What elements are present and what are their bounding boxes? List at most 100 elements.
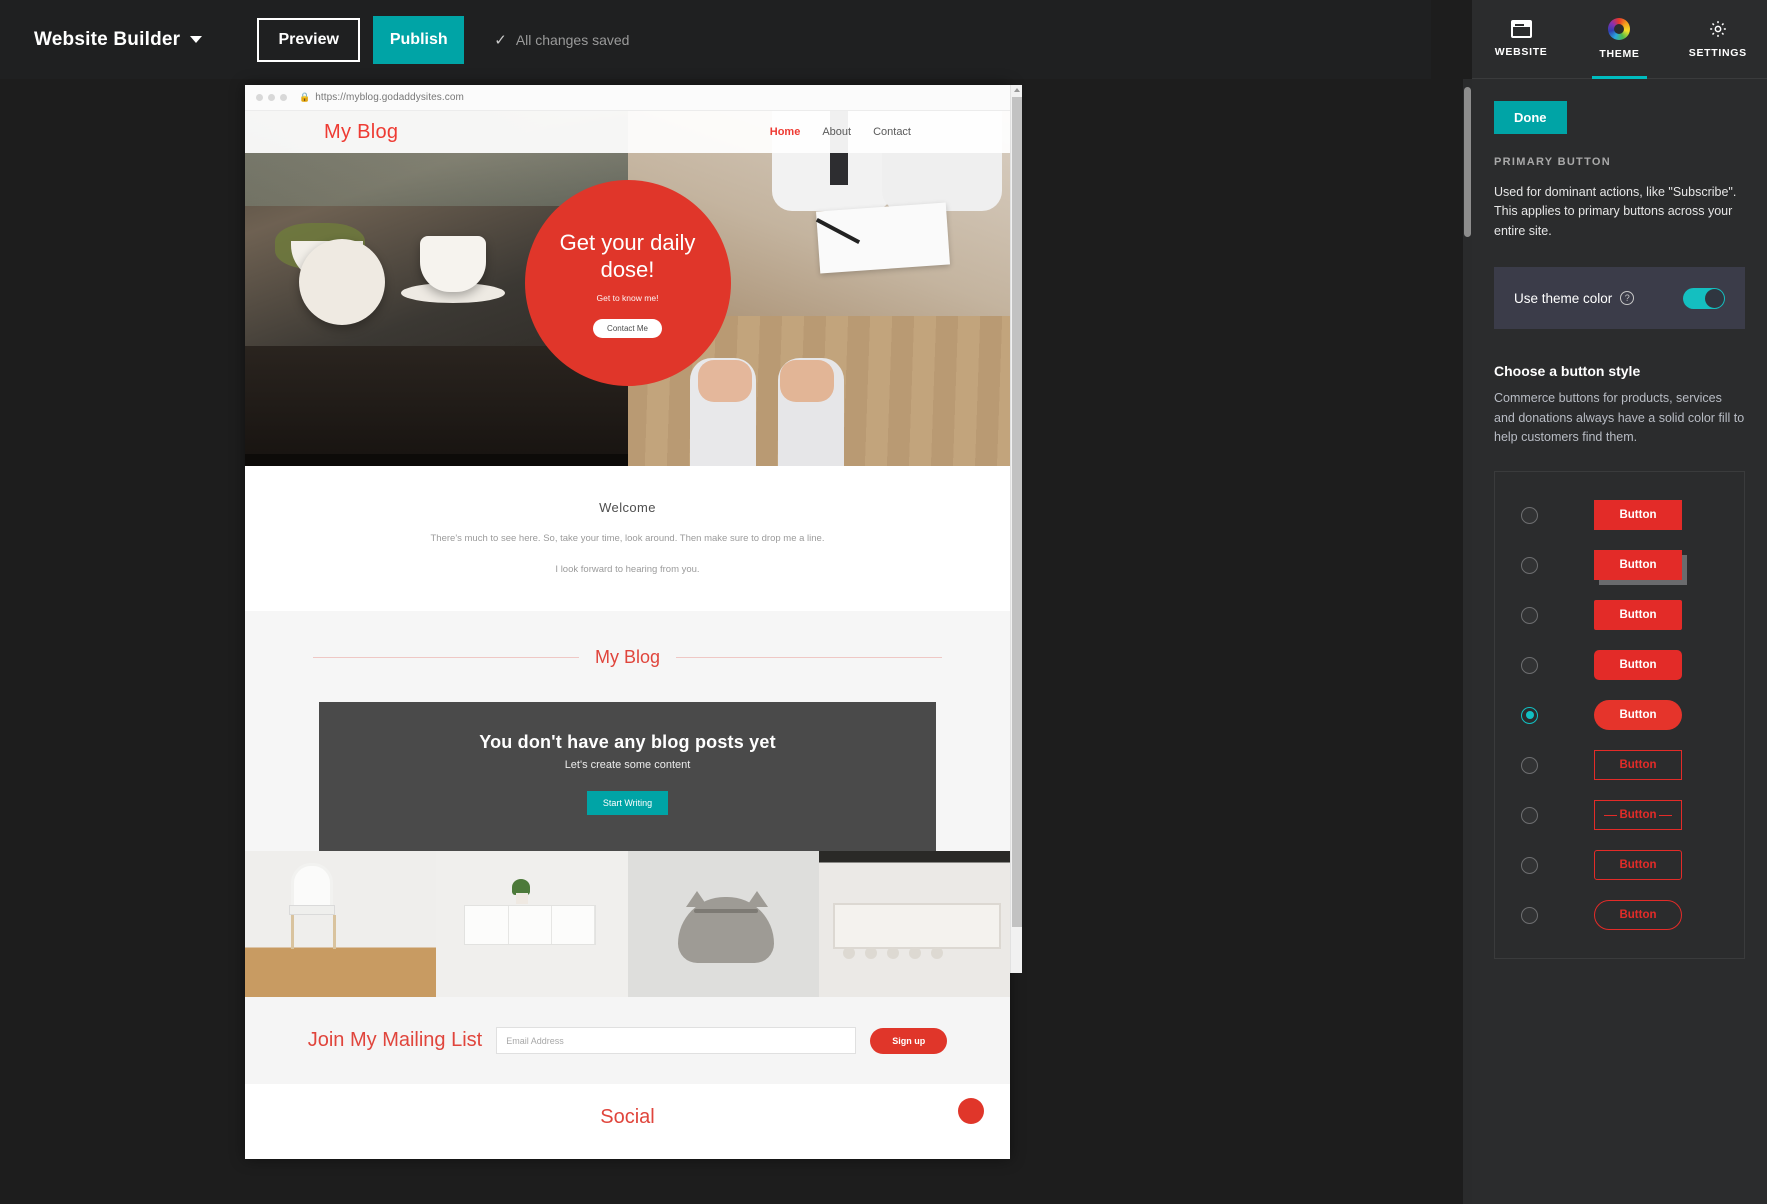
toggle-knob xyxy=(1705,288,1724,308)
save-status-label: All changes saved xyxy=(515,31,630,48)
button-preview-1[interactable]: Button xyxy=(1594,500,1682,531)
signup-button[interactable]: Sign up xyxy=(870,1027,948,1054)
button-preview-2[interactable]: Button xyxy=(1594,550,1682,581)
publish-button[interactable]: Publish xyxy=(373,15,465,64)
gallery-item-cat[interactable] xyxy=(627,851,819,997)
website-icon xyxy=(1510,20,1532,38)
divider-left xyxy=(313,657,579,658)
button-preview-9[interactable]: Button xyxy=(1594,900,1682,931)
gallery-item-chair[interactable] xyxy=(245,851,437,997)
blog-section-title: My Blog xyxy=(245,647,1010,668)
website-builder-menu[interactable]: Website Builder xyxy=(34,28,203,51)
radio-1[interactable] xyxy=(1521,506,1538,524)
tab-theme-label: THEME xyxy=(1599,48,1640,60)
welcome-line-1: There's much to see here. So, take your … xyxy=(430,533,825,544)
question-mark-icon[interactable]: ? xyxy=(1620,291,1635,306)
blog-empty-heading: You don't have any blog posts yet xyxy=(479,732,776,752)
button-preview-5[interactable]: Button xyxy=(1594,700,1682,731)
social-icon[interactable] xyxy=(958,1098,984,1124)
button-style-option-9[interactable]: Button xyxy=(1495,890,1744,940)
button-preview-7[interactable]: Button xyxy=(1594,800,1682,831)
editor-canvas: 🔒 https://myblog.godaddysites.com My Blo… xyxy=(0,79,1431,1204)
radio-6[interactable] xyxy=(1521,756,1538,774)
nav-item-home[interactable]: Home xyxy=(770,126,801,138)
button-style-option-2[interactable]: Button xyxy=(1495,540,1744,590)
panel-scrollbar[interactable] xyxy=(1463,79,1472,1204)
color-wheel-icon xyxy=(1608,18,1631,40)
site-logo-title[interactable]: My Blog xyxy=(324,121,398,144)
hero-headline: Get your daily dose! xyxy=(559,229,696,283)
use-theme-color-label: Use theme color xyxy=(1514,290,1613,306)
welcome-line-2: I look forward to hearing from you. xyxy=(555,564,700,575)
nav-item-about[interactable]: About xyxy=(822,126,851,138)
button-style-title: Choose a button style xyxy=(1494,363,1641,380)
welcome-heading: Welcome xyxy=(599,500,656,515)
radio-9[interactable] xyxy=(1521,906,1538,924)
gallery-item-shelving[interactable] xyxy=(818,851,1010,997)
address-bar-url: https://myblog.godaddysites.com xyxy=(315,92,464,103)
button-style-option-4[interactable]: Button xyxy=(1495,640,1744,690)
button-preview-4[interactable]: Button xyxy=(1594,650,1682,681)
site-nav: Home About Contact xyxy=(770,126,911,138)
nav-item-contact[interactable]: Contact xyxy=(873,126,911,138)
check-icon: ✓ xyxy=(494,31,507,49)
gallery-item-shelf[interactable] xyxy=(436,851,628,997)
save-status: ✓ All changes saved xyxy=(494,31,629,49)
blog-empty-subtext: Let's create some content xyxy=(564,759,691,771)
radio-2[interactable] xyxy=(1521,556,1538,574)
app-title: Website Builder xyxy=(34,28,181,50)
done-button[interactable]: Done xyxy=(1494,101,1567,134)
browser-dots-icon xyxy=(256,94,287,101)
preview-scrollbar[interactable] xyxy=(1010,85,1022,973)
tab-website[interactable]: WEBSITE xyxy=(1472,0,1570,78)
hero-callout[interactable]: Get your daily dose! Get to know me! Con… xyxy=(524,180,731,386)
tab-website-label: WEBSITE xyxy=(1494,46,1548,58)
tab-settings-label: SETTINGS xyxy=(1688,47,1747,59)
lock-icon: 🔒 xyxy=(299,92,311,102)
dash-right-icon xyxy=(1659,814,1672,816)
divider-right xyxy=(676,657,942,658)
use-theme-color-toggle[interactable] xyxy=(1683,287,1725,309)
radio-8[interactable] xyxy=(1521,856,1538,874)
top-toolbar: Website Builder Preview Publish ✓ All ch… xyxy=(0,0,1431,79)
button-preview-7-label: Button xyxy=(1619,809,1657,822)
blog-empty-state: You don't have any blog posts yet Let's … xyxy=(319,702,936,851)
blog-section: My Blog You don't have any blog posts ye… xyxy=(245,611,1010,997)
radio-3[interactable] xyxy=(1521,606,1538,624)
button-style-option-8[interactable]: Button xyxy=(1495,840,1744,890)
radio-4[interactable] xyxy=(1521,656,1538,674)
primary-button-description: Used for dominant actions, like "Subscri… xyxy=(1494,185,1737,238)
button-style-option-7[interactable]: Button xyxy=(1495,790,1744,840)
email-field[interactable]: Email Address xyxy=(496,1027,857,1054)
button-style-option-6[interactable]: Button xyxy=(1495,740,1744,790)
blog-title-label: My Blog xyxy=(594,647,661,667)
scroll-up-arrow-icon[interactable] xyxy=(1014,88,1020,92)
button-preview-3[interactable]: Button xyxy=(1594,600,1682,631)
tab-theme[interactable]: THEME xyxy=(1570,0,1668,79)
welcome-section: Welcome There's much to see here. So, ta… xyxy=(245,466,1010,611)
primary-button-section-title: PRIMARY BUTTON xyxy=(1494,156,1612,168)
start-writing-button[interactable]: Start Writing xyxy=(586,791,669,815)
use-theme-color-row[interactable]: Use theme color ? xyxy=(1494,267,1745,330)
site-preview[interactable]: 🔒 https://myblog.godaddysites.com My Blo… xyxy=(245,85,1010,1159)
site-header: My Blog Home About Contact xyxy=(245,111,1010,153)
button-style-option-3[interactable]: Button xyxy=(1495,590,1744,640)
radio-7[interactable] xyxy=(1521,806,1538,824)
button-style-option-1[interactable]: Button xyxy=(1495,490,1744,540)
social-section: Social xyxy=(245,1084,1010,1159)
button-preview-8[interactable]: Button xyxy=(1594,850,1682,881)
button-style-list: Button Button Button Button Button Butto… xyxy=(1494,471,1745,960)
panel-tabs: WEBSITE THEME SETTINGS xyxy=(1472,0,1767,79)
chevron-down-icon[interactable] xyxy=(190,36,203,43)
panel-scrollbar-thumb[interactable] xyxy=(1464,87,1471,237)
mailing-heading: Join My Mailing List xyxy=(307,1029,483,1051)
theme-panel: WEBSITE THEME SETTINGS Done PRIMARY BUTT… xyxy=(1472,0,1767,1204)
radio-5[interactable] xyxy=(1521,706,1538,724)
hero-contact-button[interactable]: Contact Me xyxy=(593,318,662,338)
preview-scrollbar-thumb[interactable] xyxy=(1012,97,1022,927)
preview-button[interactable]: Preview xyxy=(257,17,361,62)
button-preview-6[interactable]: Button xyxy=(1594,750,1682,781)
button-style-option-5[interactable]: Button xyxy=(1495,690,1744,740)
tab-settings[interactable]: SETTINGS xyxy=(1669,0,1767,78)
hero-section: My Blog Home About Contact Get your dail… xyxy=(245,111,1010,466)
